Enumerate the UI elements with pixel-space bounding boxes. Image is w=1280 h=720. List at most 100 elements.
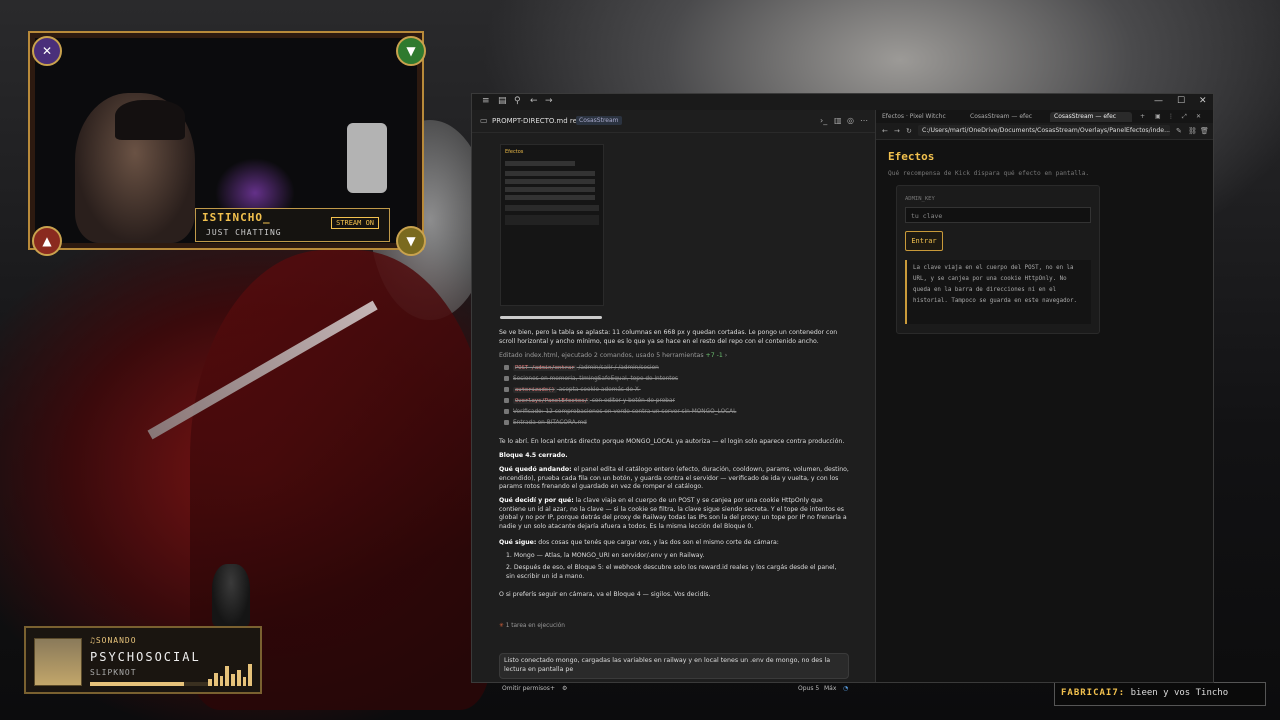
effort-selector[interactable]: Máx [824,685,836,692]
assistant-message: Bloque 4.5 cerrado. [499,452,568,459]
page-title: Efectos [888,150,935,163]
add-icon[interactable]: + [550,685,555,692]
edit-icon[interactable]: ✎ [1176,127,1182,135]
search-icon[interactable]: ⚲ [514,96,521,106]
assistant-message: Qué quedó andando: el panel edita el cat… [499,466,849,492]
song-title: PSYCHOSOCIAL [90,650,201,664]
stream-category: JUST CHATTING [206,228,282,237]
browser-pane: Efectos · Pixel Witchc CosasStream — efe… [876,110,1213,682]
more-icon[interactable]: ⋯ [860,116,868,125]
forward-arrow-icon[interactable]: → [894,127,900,135]
back-arrow-icon[interactable]: ← [882,127,888,135]
conversation-header: ▭ PROMPT-DIRECTO.md review CosasStream ›… [472,110,875,133]
thumb-row [505,161,575,166]
browser-tabs: Efectos · Pixel Witchc CosasStream — efe… [876,110,1213,122]
running-tasks[interactable]: ✳ 1 tarea en ejecución [499,622,849,631]
thumb-row [505,187,595,192]
tool-status-line[interactable]: Editado index.html, ejecutado 2 comandos… [499,352,849,361]
thumb-row [505,205,599,211]
doc-icon: ▭ [480,116,488,125]
pixel-avatar [212,564,250,626]
task-item: POST /admin/entrar /admin/salir / /admin… [504,365,659,371]
task-text: Entrada en BITACORA.md [513,420,587,426]
url-field[interactable]: C:/Users/marti/OneDrive/Documents/CosasS… [918,125,1170,136]
login-button[interactable]: Entrar [905,231,943,251]
channel-name: ISTINCHO_ [202,211,271,224]
thumb-row [505,215,599,225]
link-icon[interactable]: ⛓ [1188,127,1197,135]
album-art [34,638,82,686]
model-selector[interactable]: Opus 5 [798,685,819,692]
task-item: autorizado() acepta cookie además de X- [504,387,641,393]
capture-icon[interactable]: ▣ [1151,112,1161,122]
close-pane-icon[interactable]: ✕ [1192,112,1202,122]
more-icon[interactable]: ⋮ [1164,112,1174,122]
expand-icon[interactable]: ⤢ [1178,112,1188,122]
stream-on-badge: STREAM ON [331,217,379,229]
channel-namebar: ISTINCHO_ JUST CHATTING STREAM ON [195,208,390,242]
thumbnail-scrollbar[interactable] [500,316,602,319]
task-text: /admin/salir / /admin/sesion [578,365,659,371]
step-text: Después de eso, el Bloque 5: el webhook … [506,564,837,580]
webcam-streamer-hair [115,100,185,140]
task-item: Sesiones en memoria, timingSafeEqual, to… [504,376,678,382]
task-item: Entrada en BITACORA.md [504,420,587,426]
close-button[interactable]: ✕ [1199,96,1207,106]
new-tab-icon[interactable]: + [1136,112,1146,122]
assistant-message: Qué decidí y por qué: la clave viaja en … [499,497,849,531]
task-text: Sesiones en memoria, timingSafeEqual, to… [513,376,679,382]
menu-icon[interactable]: ≡ [482,96,490,106]
thumb-row [505,171,595,176]
now-playing-label: ♫SONANDO [90,636,137,645]
triangle-icon: ▲ [32,226,62,256]
maximize-button[interactable]: ☐ [1177,96,1185,106]
assistant-message: O si preferís seguir en cámara, va el Bl… [499,591,711,598]
spinner-icon: ✳ [499,623,504,629]
browser-tab[interactable]: CosasStream — efec [966,112,1048,122]
checkbox-icon [504,409,509,414]
minimize-button[interactable]: — [1154,96,1163,106]
diff-count: +7 -1 [705,352,723,359]
triangle-icon: ▼ [396,36,426,66]
globe-icon[interactable]: ◎ [847,116,854,125]
task-item: Verificado: 12 comprobaciones en verde c… [504,409,736,415]
chat-text: bieen y vos Tincho [1130,688,1229,698]
window-titlebar: ≡ ▤ ⚲ ← → — ☐ ✕ [472,94,1213,110]
reload-icon[interactable]: ↻ [906,127,912,135]
triangle-icon: ▼ [396,226,426,256]
task-code: POST /admin/entrar [513,365,577,371]
loading-icon: ◔ [843,685,849,692]
message-label: Qué sigue: [499,539,537,546]
equalizer-icon [208,664,252,686]
task-code: autorizado() [513,387,557,393]
project-badge: CosasStream [576,116,622,125]
settings-icon[interactable]: ⚙ [562,685,567,692]
task-code: Overlays/PanelEfectos/ [513,398,590,404]
browser-tab-active[interactable]: CosasStream — efec [1050,112,1132,122]
browser-tab[interactable]: Efectos · Pixel Witchc [878,112,964,122]
split-icon[interactable]: ▥ [834,116,842,125]
numbered-item: 2. Después de eso, el Bloque 5: el webho… [506,564,837,580]
forward-arrow-icon[interactable]: → [545,96,553,106]
permissions-toggle[interactable]: Omitir permisos [502,685,550,692]
step-text: Mongo — Atlas, la MONGO_URI en servidor/… [513,552,705,559]
checkbox-icon [504,420,509,425]
terminal-icon[interactable]: ›_ [820,116,827,125]
song-progress-fill [90,682,184,686]
x-icon: ✕ [32,36,62,66]
tool-status-text: Editado index.html, ejecutado 2 comandos… [499,352,704,359]
task-text: acepta cookie además de X- [558,387,641,393]
login-card: ADMIN_KEY tu clave Entrar La clave viaja… [896,185,1100,334]
thumb-row [505,179,595,184]
delete-icon[interactable]: 🗑 [1200,127,1209,135]
page-subtitle: Qué recompensa de Kick dispara qué efect… [888,170,1090,177]
back-arrow-icon[interactable]: ← [530,96,538,106]
admin-key-input[interactable]: tu clave [905,207,1091,223]
sidebar-icon[interactable]: ▤ [498,96,507,106]
screenshot-thumbnail[interactable]: Efectos [500,144,604,306]
checkbox-icon [504,398,509,403]
address-bar: ← → ↻ C:/Users/marti/OneDrive/Documents/… [876,123,1213,140]
prompt-input[interactable]: Listo conectado mongo, cargadas las vari… [499,653,849,679]
checkbox-icon [504,365,509,370]
chat-username: FABRICAI7: [1061,688,1126,698]
